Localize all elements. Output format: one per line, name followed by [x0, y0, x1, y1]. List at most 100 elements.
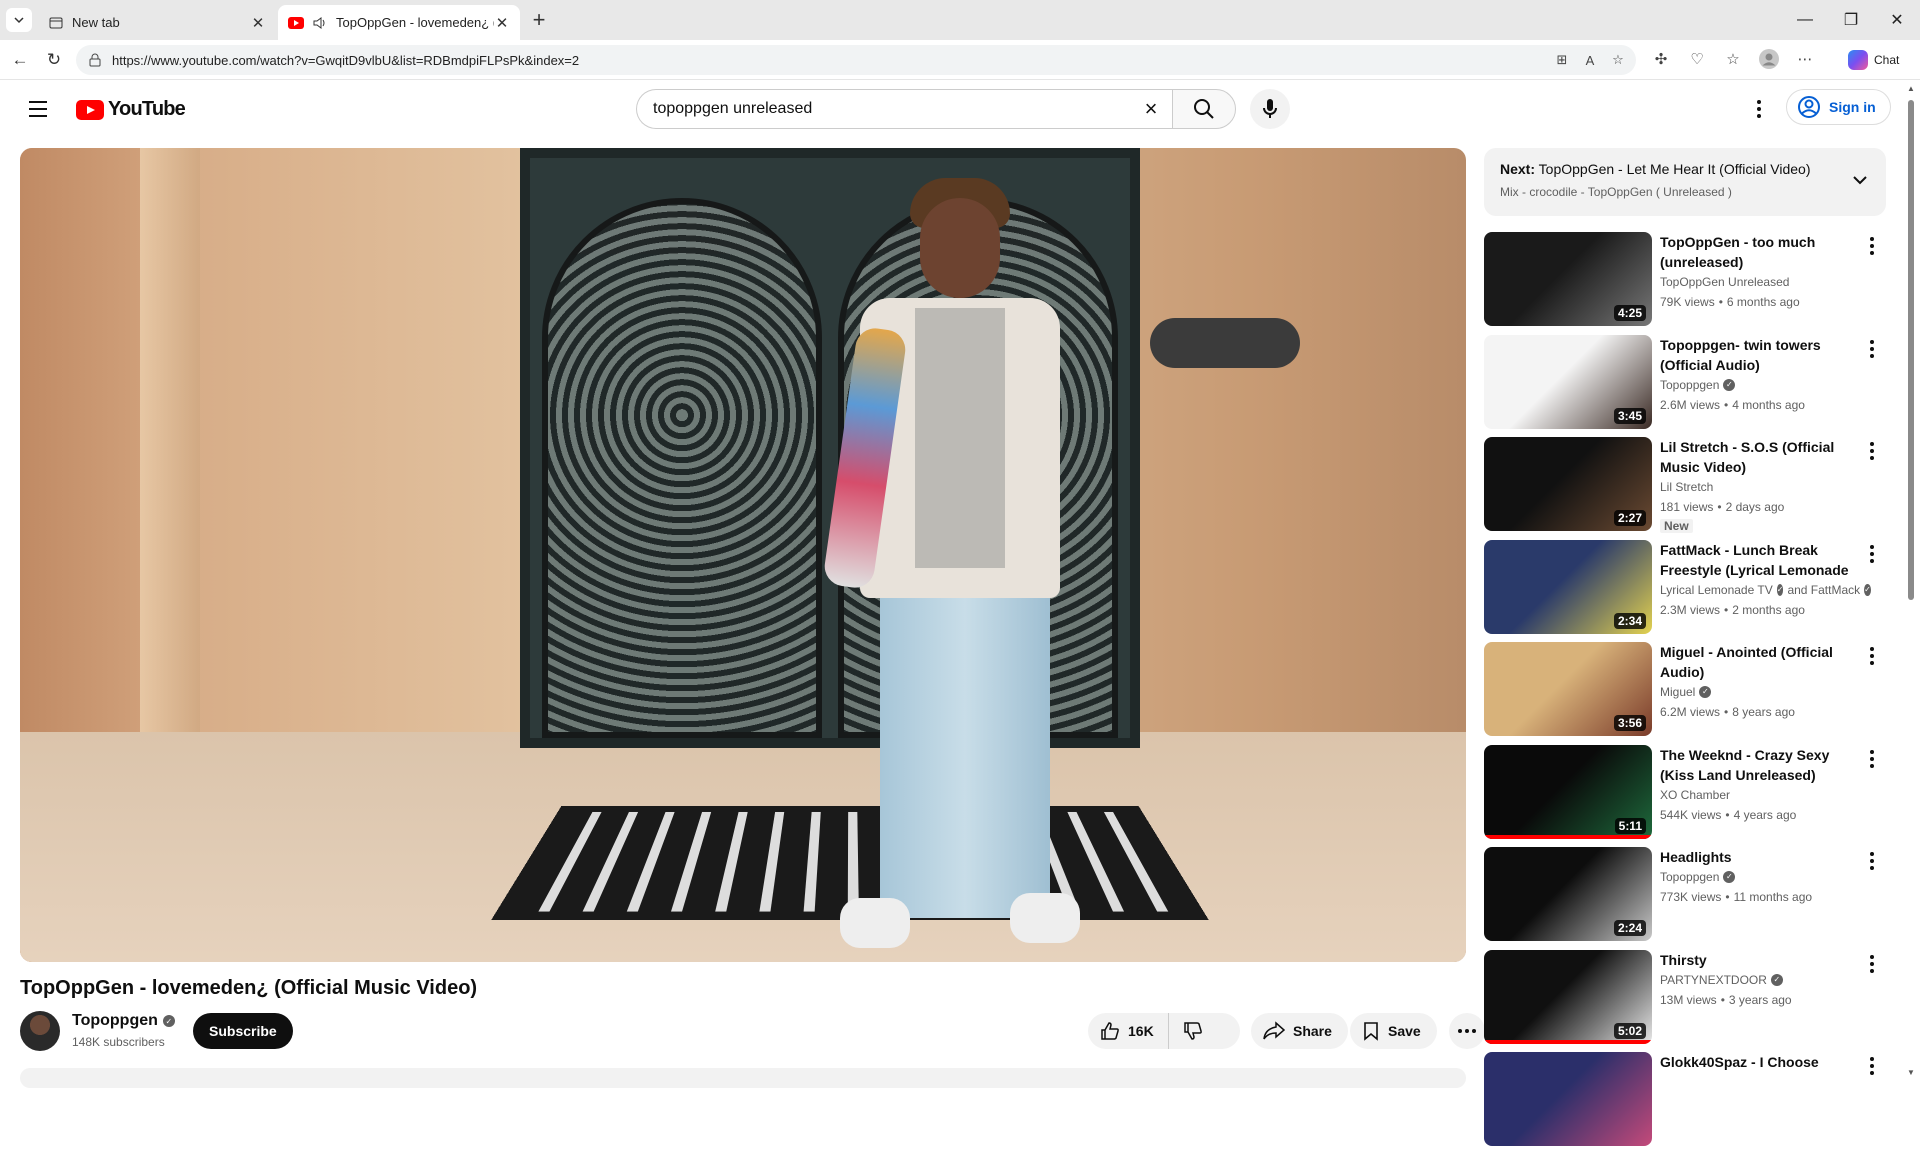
recommendation-channel[interactable]: Topoppgen ✓	[1660, 375, 1860, 395]
verified-badge-icon: ✓	[1864, 583, 1871, 596]
description-box[interactable]	[20, 1068, 1466, 1088]
subscribe-button[interactable]: Subscribe	[193, 1013, 293, 1049]
restore-icon[interactable]: ❐	[1828, 0, 1874, 40]
scroll-down-arrow-icon[interactable]: ▼	[1906, 1068, 1916, 1078]
recommendation-channel[interactable]: TopOppGen Unreleased	[1660, 272, 1860, 292]
video-thumbnail[interactable]: 2:34	[1484, 539, 1652, 634]
close-tab-icon[interactable]: ✕	[494, 15, 510, 32]
recommendation-stats: 2.6M views • 4 months ago	[1660, 395, 1860, 415]
video-player[interactable]	[20, 148, 1466, 962]
extensions-icon[interactable]: ✣	[1650, 48, 1672, 70]
recommendation-item[interactable]: Glokk40Spaz - I Choose	[1484, 1052, 1886, 1155]
recommendation-title[interactable]: Headlights	[1660, 847, 1860, 867]
read-aloud-icon[interactable]: A	[1582, 52, 1598, 68]
favorites-icon[interactable]: ☆	[1722, 48, 1744, 70]
clear-search-icon[interactable]: ×	[1140, 96, 1162, 121]
tab-list-button[interactable]	[6, 8, 32, 32]
recommendation-item[interactable]: 3:45 Topoppgen- twin towers (Official Aud…	[1484, 334, 1886, 438]
guide-menu-icon[interactable]	[24, 95, 52, 123]
performer-tank	[915, 308, 1005, 568]
address-bar[interactable]: https://www.youtube.com/watch?v=GwqitD9v…	[76, 45, 1636, 75]
recommendation-item[interactable]: 2:27 Lil Stretch - S.O.S (Official Music …	[1484, 437, 1886, 540]
recommendation-menu-icon[interactable]	[1862, 954, 1882, 974]
site-info-icon[interactable]	[88, 53, 102, 67]
video-thumbnail[interactable]: 3:45	[1484, 334, 1652, 429]
browser-essentials-icon[interactable]: ♡	[1686, 48, 1708, 70]
close-tab-icon[interactable]: ✕	[250, 15, 266, 32]
recommendation-channel[interactable]: XO Chamber	[1660, 785, 1860, 805]
search-icon	[1194, 99, 1214, 119]
video-thumbnail[interactable]: 4:25	[1484, 232, 1652, 326]
back-arrow-icon[interactable]: ←	[8, 48, 32, 72]
expand-chevron-icon[interactable]	[1850, 170, 1870, 190]
recommendation-channel[interactable]: PARTYNEXTDOOR ✓	[1660, 970, 1860, 990]
recommendation-menu-icon[interactable]	[1862, 339, 1882, 359]
recommendation-title[interactable]: Lil Stretch - S.O.S (Official Music Vide…	[1660, 437, 1860, 477]
recommendation-item[interactable]: 4:25 TopOppGen - too much (unreleased) Top…	[1484, 232, 1886, 335]
recommendation-title[interactable]: TopOppGen - too much (unreleased)	[1660, 232, 1860, 272]
video-thumbnail[interactable]	[1484, 1052, 1652, 1146]
page-scrollbar[interactable]: ▲ ▼	[1906, 84, 1916, 1078]
video-thumbnail[interactable]: 2:27	[1484, 437, 1652, 531]
share-label: Share	[1293, 1023, 1332, 1039]
sign-in-button[interactable]: Sign in	[1786, 89, 1891, 125]
channel-name-link[interactable]: Topoppgen ✓	[72, 1012, 175, 1030]
search-input[interactable]: topoppgen unreleased ×	[636, 89, 1172, 129]
app-available-icon[interactable]: ⊞	[1554, 52, 1570, 68]
recommendation-channel[interactable]: Topoppgen ✓	[1660, 867, 1860, 887]
close-window-icon[interactable]: ✕	[1874, 0, 1920, 40]
audio-playing-icon[interactable]	[312, 15, 328, 31]
channel-avatar[interactable]	[20, 1011, 60, 1051]
video-thumbnail[interactable]: 5:11	[1484, 744, 1652, 839]
recommendation-item[interactable]: 3:56 Miguel - Anointed (Official Audio) Mi…	[1484, 642, 1886, 745]
more-actions-icon[interactable]	[1449, 1013, 1485, 1049]
recommendation-title[interactable]: Miguel - Anointed (Official Audio)	[1660, 642, 1860, 682]
voice-search-button[interactable]	[1250, 89, 1290, 129]
recommendation-menu-icon[interactable]	[1862, 236, 1882, 256]
new-tab-button[interactable]: +	[526, 7, 552, 32]
chevron-down-icon	[14, 17, 24, 24]
recommendation-title[interactable]: FattMack - Lunch Break Freestyle (Lyrica…	[1660, 540, 1860, 580]
recommendation-item[interactable]: 2:34 FattMack - Lunch Break Freestyle (Ly…	[1484, 539, 1886, 643]
recommendation-stats: 2.3M views • 2 months ago	[1660, 600, 1860, 620]
view-count: 544K views	[1660, 807, 1722, 822]
youtube-logo[interactable]: YouTube	[76, 98, 186, 121]
recommendation-channel[interactable]: Miguel ✓	[1660, 682, 1860, 702]
scrollbar-thumb[interactable]	[1908, 100, 1914, 600]
recommendation-menu-icon[interactable]	[1862, 441, 1882, 461]
recommendation-title[interactable]: The Weeknd - Crazy Sexy (Kiss Land Unrel…	[1660, 745, 1860, 785]
video-thumbnail[interactable]: 3:56	[1484, 642, 1652, 736]
favorite-star-icon[interactable]: ☆	[1610, 52, 1626, 68]
scroll-up-arrow-icon[interactable]: ▲	[1906, 84, 1916, 94]
share-button[interactable]: Share	[1251, 1013, 1348, 1049]
settings-menu-icon[interactable]	[1745, 95, 1773, 123]
recommendation-title[interactable]: Thirsty	[1660, 950, 1860, 970]
recommendation-menu-icon[interactable]	[1862, 1056, 1882, 1076]
microphone-icon	[1263, 99, 1277, 118]
search-button[interactable]	[1172, 89, 1236, 129]
minimize-icon[interactable]: —	[1782, 0, 1828, 40]
video-thumbnail[interactable]: 5:02	[1484, 949, 1652, 1044]
recommendation-menu-icon[interactable]	[1862, 851, 1882, 871]
recommendation-title[interactable]: Topoppgen- twin towers (Official Audio)	[1660, 335, 1860, 375]
recommendation-menu-icon[interactable]	[1862, 544, 1882, 564]
recommendation-item[interactable]: 2:24 Headlights Topoppgen ✓ 773K views • 11 mo…	[1484, 847, 1886, 950]
tab-new-tab[interactable]: New tab ✕	[38, 5, 276, 40]
settings-more-icon[interactable]: ⋯	[1794, 48, 1816, 70]
tab-youtube-video[interactable]: TopOppGen - lovemeden¿ (Of ✕	[278, 5, 520, 40]
recommendation-item[interactable]: 5:02 Thirsty PARTYNEXTDOOR ✓ 13M views • 3 yea…	[1484, 949, 1886, 1053]
save-button[interactable]: Save	[1350, 1013, 1437, 1049]
recommendation-channel[interactable]: Lil Stretch	[1660, 477, 1860, 497]
video-thumbnail[interactable]: 2:24	[1484, 847, 1652, 941]
up-next-panel[interactable]: Next: TopOppGen - Let Me Hear It (Offici…	[1484, 148, 1886, 216]
reload-icon[interactable]: ↻	[42, 48, 66, 72]
recommendation-menu-icon[interactable]	[1862, 646, 1882, 666]
recommendation-menu-icon[interactable]	[1862, 749, 1882, 769]
dislike-button[interactable]	[1169, 1013, 1217, 1049]
copilot-chat-button[interactable]: Chat	[1848, 48, 1899, 72]
recommendation-title[interactable]: Glokk40Spaz - I Choose	[1660, 1052, 1860, 1072]
recommendation-item[interactable]: 5:11 The Weeknd - Crazy Sexy (Kiss Land U…	[1484, 744, 1886, 848]
recommendation-channel[interactable]: Lyrical Lemonade TV ✓ and FattMack ✓	[1660, 580, 1871, 600]
like-button[interactable]: 16K	[1088, 1013, 1169, 1049]
profile-icon[interactable]	[1758, 48, 1780, 70]
